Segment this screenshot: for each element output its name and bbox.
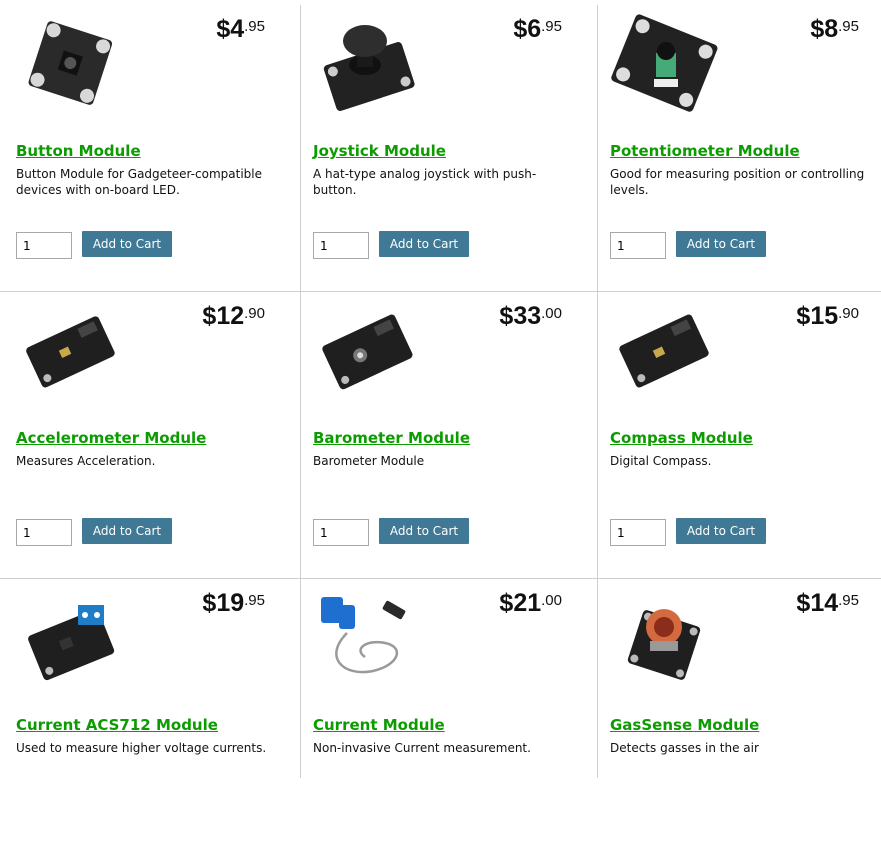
- add-to-cart-button[interactable]: Add to Cart: [379, 518, 469, 544]
- product-title-link[interactable]: Current Module: [313, 716, 445, 734]
- price: $33.00: [499, 302, 562, 330]
- quantity-input[interactable]: [16, 232, 72, 259]
- product-description: Measures Acceleration.: [16, 454, 156, 468]
- product-card: $19.95 Current ACS712 Module Used to mea…: [0, 579, 297, 866]
- product-description: Detects gasses in the air: [610, 741, 759, 755]
- quantity-input[interactable]: [16, 519, 72, 546]
- price: $19.95: [202, 589, 265, 617]
- price: $6.95: [513, 15, 562, 43]
- product-card: $4.95 Button Module Button Module for Ga…: [0, 5, 297, 292]
- price: $8.95: [810, 15, 859, 43]
- quantity-input[interactable]: [610, 519, 666, 546]
- barometer-module-board-icon[interactable]: [313, 300, 421, 402]
- product-card: $21.00 Current Module Non-invasive Curre…: [297, 579, 594, 866]
- product-description: Barometer Module: [313, 454, 425, 468]
- add-to-cart-button[interactable]: Add to Cart: [676, 518, 766, 544]
- product-description: Non-invasive Current measurement.: [313, 741, 531, 755]
- product-description: A hat-type analog joystick with push-but…: [313, 167, 537, 197]
- product-description: Button Module for Gadgeteer-compatible d…: [16, 167, 262, 197]
- product-card: $14.95 GasSense Module Detects gasses in…: [594, 579, 881, 866]
- product-grid: $4.95 Button Module Button Module for Ga…: [0, 0, 881, 778]
- add-to-cart-button[interactable]: Add to Cart: [379, 231, 469, 257]
- product-title-link[interactable]: Barometer Module: [313, 429, 470, 447]
- add-to-cart-button[interactable]: Add to Cart: [82, 231, 172, 257]
- button-module-board-icon[interactable]: [16, 13, 124, 115]
- product-title-link[interactable]: Potentiometer Module: [610, 142, 800, 160]
- product-description: Good for measuring position or controlli…: [610, 167, 865, 197]
- quantity-input[interactable]: [610, 232, 666, 259]
- price: $21.00: [499, 589, 562, 617]
- compass-module-board-icon[interactable]: [610, 300, 718, 402]
- product-title-link[interactable]: GasSense Module: [610, 716, 759, 734]
- product-description: Digital Compass.: [610, 454, 712, 468]
- product-card: $8.95 Potentiometer Module Good for meas…: [594, 5, 881, 292]
- price: $4.95: [216, 15, 265, 43]
- price: $12.90: [202, 302, 265, 330]
- product-title-link[interactable]: Joystick Module: [313, 142, 446, 160]
- product-description: Used to measure higher voltage currents.: [16, 741, 267, 755]
- gassense-module-board-icon[interactable]: [610, 587, 718, 689]
- quantity-input[interactable]: [313, 232, 369, 259]
- joystick-module-board-icon[interactable]: [313, 13, 421, 115]
- price: $15.90: [796, 302, 859, 330]
- quantity-input[interactable]: [313, 519, 369, 546]
- product-title-link[interactable]: Accelerometer Module: [16, 429, 206, 447]
- product-title-link[interactable]: Current ACS712 Module: [16, 716, 218, 734]
- product-card: $33.00 Barometer Module Barometer Module…: [297, 292, 594, 579]
- current-clamp-sensor-icon[interactable]: [313, 587, 421, 689]
- price: $14.95: [796, 589, 859, 617]
- accelerometer-module-board-icon[interactable]: [16, 300, 124, 402]
- product-title-link[interactable]: Button Module: [16, 142, 141, 160]
- product-title-link[interactable]: Compass Module: [610, 429, 753, 447]
- add-to-cart-button[interactable]: Add to Cart: [82, 518, 172, 544]
- product-card: $15.90 Compass Module Digital Compass. A…: [594, 292, 881, 579]
- product-card: $12.90 Accelerometer Module Measures Acc…: [0, 292, 297, 579]
- potentiometer-module-board-icon[interactable]: [610, 13, 718, 115]
- product-card: $6.95 Joystick Module A hat-type analog …: [297, 5, 594, 292]
- current-acs712-module-board-icon[interactable]: [16, 587, 124, 689]
- add-to-cart-button[interactable]: Add to Cart: [676, 231, 766, 257]
